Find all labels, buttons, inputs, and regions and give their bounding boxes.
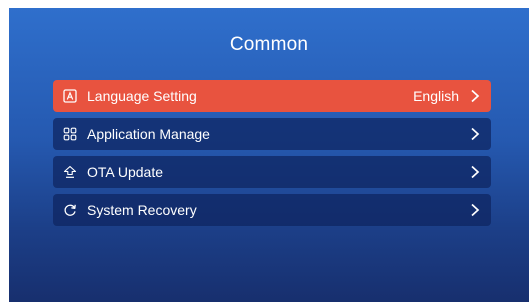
update-icon bbox=[63, 165, 77, 179]
menu-item-ota-update[interactable]: OTA Update bbox=[53, 156, 491, 188]
page-title: Common bbox=[229, 34, 309, 55]
settings-screen: Common Language Setting English Applicat… bbox=[9, 8, 529, 302]
menu-item-label: OTA Update bbox=[87, 164, 164, 180]
language-icon bbox=[63, 89, 77, 103]
menu-item-system-recovery[interactable]: System Recovery bbox=[53, 194, 491, 226]
menu-item-language-setting[interactable]: Language Setting English bbox=[53, 80, 491, 112]
menu-item-application-manage[interactable]: Application Manage bbox=[53, 118, 491, 150]
menu-item-label: Application Manage bbox=[87, 126, 210, 142]
chevron-right-icon bbox=[469, 165, 481, 179]
menu-item-label: System Recovery bbox=[87, 202, 197, 218]
chevron-right-icon bbox=[469, 127, 481, 141]
menu-item-label: Language Setting bbox=[87, 88, 197, 104]
settings-menu: Language Setting English Application Man… bbox=[53, 80, 491, 232]
language-value: English bbox=[413, 88, 459, 104]
recovery-icon bbox=[63, 203, 77, 217]
apps-grid-icon bbox=[63, 127, 77, 141]
chevron-right-icon bbox=[469, 203, 481, 217]
chevron-right-icon bbox=[469, 89, 481, 103]
